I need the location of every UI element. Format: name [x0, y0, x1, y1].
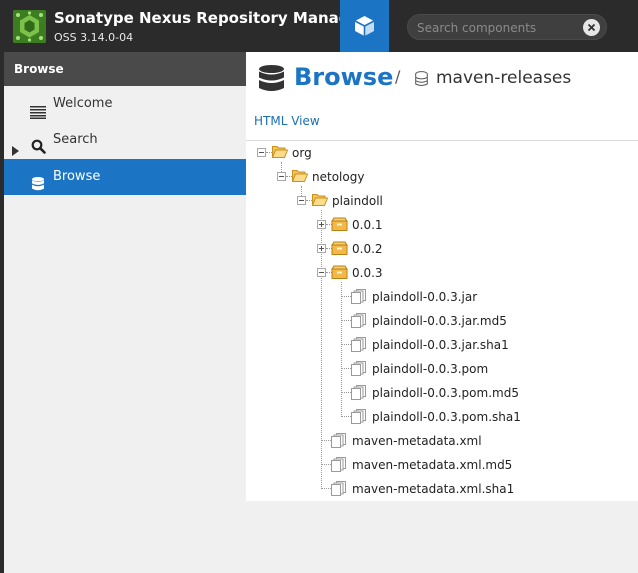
repository-tree: org netology plaindoll 0.0.1 0.0.2 0.0.3…	[246, 141, 638, 501]
tree-node-version[interactable]: 0.0.2	[316, 239, 396, 259]
file-icon	[331, 457, 347, 475]
folder-open-icon	[271, 145, 289, 161]
tree-node-label: plaindoll-0.0.3.pom	[372, 362, 489, 376]
collapse-toggle-icon[interactable]	[277, 172, 286, 181]
file-icon	[351, 337, 367, 355]
file-icon	[351, 361, 367, 379]
sidebar: Browse Welcome Search Browse	[0, 52, 246, 573]
main-panel: Browse / maven-releases HTML View org ne…	[246, 52, 638, 573]
sidebar-item-label: Browse	[53, 169, 101, 184]
tree-node-label: netology	[312, 170, 365, 184]
database-icon	[32, 170, 44, 206]
tree-node-label: plaindoll-0.0.3.jar.sha1	[372, 338, 509, 352]
tree-file-metadata-md5[interactable]: maven-metadata.xml.md5	[316, 455, 512, 475]
tree-node-version[interactable]: 0.0.1	[316, 215, 396, 235]
tree-file-metadata[interactable]: maven-metadata.xml	[316, 431, 496, 451]
file-icon	[351, 313, 367, 331]
tree-file-jar-md5[interactable]: plaindoll-0.0.3.jar.md5	[336, 311, 507, 331]
clear-search-icon[interactable]	[583, 19, 600, 36]
html-view-link[interactable]: HTML View	[254, 114, 320, 128]
component-box-icon	[331, 241, 348, 258]
tree-node-label: 0.0.3	[352, 266, 383, 280]
tree-node-label: 0.0.2	[352, 242, 383, 256]
sidebar-item-label: Welcome	[53, 96, 113, 111]
search-components-box	[407, 14, 607, 40]
file-icon	[331, 481, 347, 499]
tree-file-jar[interactable]: plaindoll-0.0.3.jar	[336, 287, 506, 307]
file-icon	[351, 385, 367, 403]
tree-file-pom[interactable]: plaindoll-0.0.3.pom	[336, 359, 506, 379]
nexus-logo-icon[interactable]	[13, 10, 46, 43]
title-bar: Browse / maven-releases	[246, 52, 638, 105]
file-icon	[331, 433, 347, 451]
sidebar-heading: Browse	[4, 52, 246, 86]
collapse-toggle-icon[interactable]	[297, 196, 306, 205]
search-components-input[interactable]	[417, 19, 577, 36]
app-version: OSS 3.14.0-04	[54, 31, 134, 44]
breadcrumb-separator: /	[395, 67, 401, 86]
sidebar-item-search[interactable]: Search	[4, 122, 246, 158]
collapse-toggle-icon[interactable]	[317, 268, 326, 277]
tree-node-label: plaindoll-0.0.3.jar	[372, 290, 478, 304]
app-title: Sonatype Nexus Repository Manager	[54, 9, 368, 27]
tree-file-metadata-sha1[interactable]: maven-metadata.xml.sha1	[316, 479, 514, 499]
tree-node-org[interactable]: org	[256, 143, 336, 163]
tree-file-jar-sha1[interactable]: plaindoll-0.0.3.jar.sha1	[336, 335, 509, 355]
expand-toggle-icon[interactable]	[317, 220, 326, 229]
collapse-toggle-icon[interactable]	[257, 148, 266, 157]
sidebar-item-label: Search	[53, 132, 98, 147]
tree-node-label: maven-metadata.xml.md5	[352, 458, 513, 472]
tree-file-pom-md5[interactable]: plaindoll-0.0.3.pom.md5	[336, 383, 519, 403]
tree-node-plaindoll[interactable]: plaindoll	[296, 191, 406, 211]
app-header: Sonatype Nexus Repository Manager OSS 3.…	[0, 0, 638, 52]
repository-name: maven-releases	[436, 68, 572, 88]
tree-node-label: 0.0.1	[352, 218, 383, 232]
tree-node-label: plaindoll-0.0.3.pom.md5	[372, 386, 519, 400]
tree-file-pom-sha1[interactable]: plaindoll-0.0.3.pom.sha1	[336, 407, 521, 427]
expand-toggle-icon[interactable]	[317, 244, 326, 253]
tree-node-label: plaindoll-0.0.3.pom.sha1	[372, 410, 521, 424]
browse-toolbar: HTML View	[246, 105, 638, 141]
component-box-icon	[331, 217, 348, 234]
sidebar-item-welcome[interactable]: Welcome	[4, 86, 246, 122]
repository-icon	[415, 71, 428, 91]
file-icon	[351, 409, 367, 427]
tree-node-label: maven-metadata.xml	[352, 434, 482, 448]
browse-mode-button[interactable]	[340, 0, 389, 52]
database-icon	[259, 65, 284, 97]
folder-open-icon	[291, 169, 309, 185]
page-title: Browse	[294, 63, 394, 91]
file-icon	[351, 289, 367, 307]
tree-node-label: plaindoll-0.0.3.jar.md5	[372, 314, 507, 328]
tree-node-version[interactable]: 0.0.3	[316, 263, 396, 283]
tree-node-label: org	[292, 146, 312, 160]
sidebar-item-browse[interactable]: Browse	[4, 159, 246, 195]
folder-open-icon	[311, 193, 329, 209]
tree-node-netology[interactable]: netology	[276, 167, 386, 187]
tree-node-label: maven-metadata.xml.sha1	[352, 482, 515, 496]
tree-node-label: plaindoll	[332, 194, 383, 208]
component-box-icon	[331, 265, 348, 282]
